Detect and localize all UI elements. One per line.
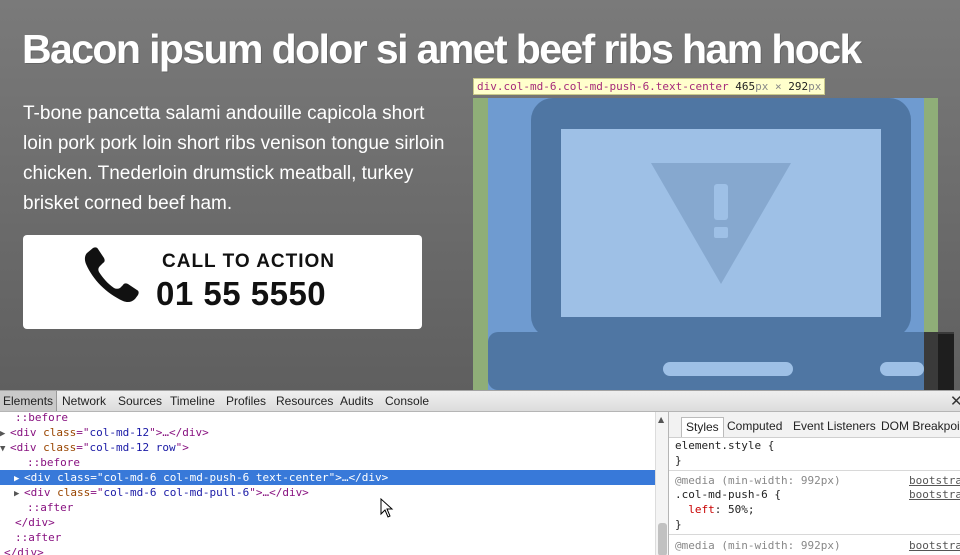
css-property-name[interactable]: left — [688, 503, 715, 516]
mouse-cursor-icon — [380, 498, 394, 518]
dom-tree-scrollbar[interactable]: ▲ — [655, 412, 668, 555]
media-query: @media (min-width: 992px) — [675, 474, 841, 487]
dom-node-close-div-2[interactable]: </div> — [0, 545, 655, 555]
tooltip-selector: div.col-md-6.col-md-push-6.text-center — [477, 80, 729, 93]
styles-tabs: Styles Computed Event Listeners DOM Brea… — [669, 412, 960, 438]
dom-node-col-md-12[interactable]: ▶ <div class="col-md-12">…</div> — [0, 425, 655, 440]
tab-styles[interactable]: Styles — [681, 417, 724, 437]
close-icon[interactable]: ✕ — [950, 391, 960, 411]
tab-computed[interactable]: Computed — [727, 417, 782, 437]
rule-divider — [669, 470, 960, 471]
dom-node-before-2[interactable]: ::before — [0, 455, 655, 470]
laptop-warning-icon — [473, 98, 954, 390]
rule-source-link[interactable]: bootstrap — [909, 473, 960, 488]
tab-timeline[interactable]: Timeline — [170, 391, 215, 411]
tab-resources[interactable]: Resources — [276, 391, 333, 411]
scrollbar-thumb[interactable] — [658, 523, 667, 555]
rule-close-brace-2: } — [675, 518, 682, 531]
rule-divider-2 — [669, 534, 960, 535]
page-lead-text: T-bone pancetta salami andouille capicol… — [23, 103, 445, 214]
tab-elements[interactable]: Elements — [0, 391, 58, 411]
tab-sources[interactable]: Sources — [118, 391, 162, 411]
phone-icon — [84, 247, 139, 303]
dom-node-after[interactable]: ::after — [0, 500, 655, 515]
dom-node-col-md-pull-6[interactable]: ▶ <div class="col-md-6 col-md-pull-6">…</… — [0, 485, 655, 500]
tooltip-height-unit: px — [808, 80, 822, 93]
web-page: Bacon ipsum dolor si amet beef ribs ham … — [0, 0, 960, 390]
tab-profiles[interactable]: Profiles — [226, 391, 266, 411]
css-property-value[interactable]: 50%; — [728, 503, 755, 516]
rule-selector[interactable]: .col-md-push-6 { — [675, 487, 781, 502]
page-headline: Bacon ipsum dolor si amet beef ribs ham … — [22, 26, 862, 72]
devtools-panel: Elements Network Sources Timeline Profil… — [0, 390, 960, 555]
tooltip-width-unit: px — [755, 80, 769, 93]
cta-label: CALL TO ACTION — [162, 251, 336, 272]
dom-node-close-div[interactable]: </div> — [0, 515, 655, 530]
rule-source-link-2[interactable]: bootstrap — [909, 487, 960, 502]
scroll-up-arrow-icon[interactable]: ▲ — [658, 415, 664, 424]
tooltip-width: 465 — [735, 80, 756, 93]
dom-node-before[interactable]: ::before — [0, 412, 655, 425]
tab-network[interactable]: Network — [62, 391, 106, 411]
tab-audits[interactable]: Audits — [340, 391, 373, 411]
css-property[interactable]: left: 50%; — [675, 502, 755, 517]
element-style-rule[interactable]: element.style { — [675, 438, 774, 453]
tab-event-listeners[interactable]: Event Listeners — [793, 417, 876, 437]
tooltip-height: 292 — [788, 80, 809, 93]
dom-node-col-md-12-row[interactable]: ▼ <div class="col-md-12 row"> — [0, 440, 655, 455]
rule-close-brace: } — [675, 454, 682, 467]
call-to-action-box[interactable]: CALL TO ACTION 01 55 5550 — [23, 235, 422, 329]
tab-console[interactable]: Console — [385, 391, 429, 411]
devtools-toolbar: Elements Network Sources Timeline Profil… — [0, 391, 960, 412]
inspector-element-tooltip: div.col-md-6.col-md-push-6.text-center 4… — [473, 78, 826, 95]
tooltip-times: × — [768, 80, 789, 93]
media-query-2: @media (min-width: 992px) — [675, 539, 841, 552]
cta-phone-number[interactable]: 01 55 5550 — [156, 275, 326, 313]
dom-node-selected[interactable]: ▶ <div class="col-md-6 col-md-push-6 text… — [0, 470, 655, 485]
dom-tree[interactable]: ::before ▶ <div class="col-md-12">…</div>… — [0, 412, 655, 555]
dom-node-after-2[interactable]: ::after — [0, 530, 655, 545]
tab-dom-breakpoints[interactable]: DOM Breakpoints — [881, 417, 960, 437]
styles-sidebar: Styles Computed Event Listeners DOM Brea… — [668, 412, 960, 555]
rule-source-link-3[interactable]: bootstrap — [909, 538, 960, 553]
